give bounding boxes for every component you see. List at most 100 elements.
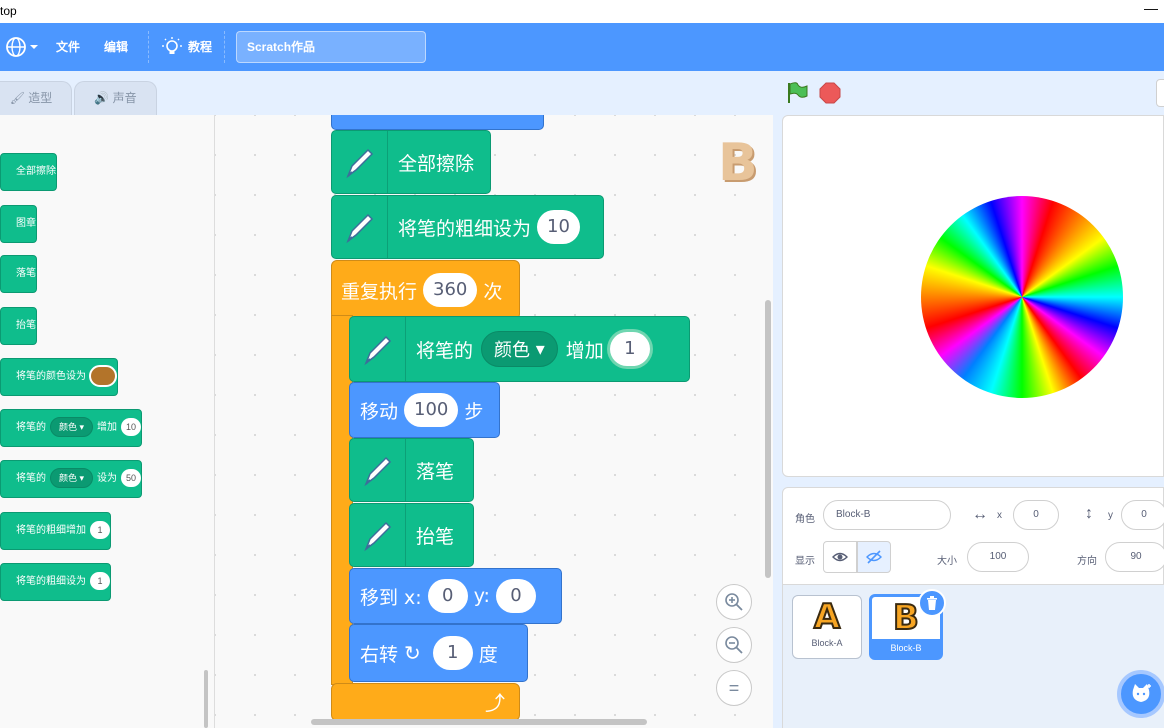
direction-input[interactable]: 90 bbox=[1105, 542, 1164, 572]
tab-sounds[interactable]: 🔊 声音 bbox=[74, 81, 157, 115]
pen-change-input[interactable]: 1 bbox=[609, 332, 650, 366]
delete-sprite-button[interactable] bbox=[918, 589, 946, 617]
param-dropdown[interactable]: 颜色 ▾ bbox=[50, 417, 94, 437]
block-label: 落笔 bbox=[16, 268, 36, 279]
rainbow-pen-drawing bbox=[921, 196, 1123, 398]
menu-tutorials[interactable]: 教程 bbox=[162, 23, 212, 71]
pen-icon bbox=[350, 504, 406, 566]
menu-file[interactable]: 文件 bbox=[56, 23, 80, 71]
goto-y-input[interactable]: 0 bbox=[495, 579, 536, 613]
size-label: 大小 bbox=[937, 556, 957, 567]
trash-icon bbox=[927, 596, 937, 610]
loop-arrow-icon: ⤴ bbox=[485, 693, 505, 715]
palette-block-set-pen-color[interactable]: 将笔的颜色设为 bbox=[0, 358, 118, 396]
palette-block-pen-down[interactable]: 落笔 bbox=[0, 255, 37, 293]
script-block-pen-down[interactable]: 落笔 bbox=[349, 438, 474, 502]
add-sprite-button[interactable] bbox=[1117, 670, 1164, 718]
sprite-thumb-a[interactable]: A Block-A bbox=[792, 595, 862, 659]
window-title: top bbox=[0, 4, 17, 18]
block-label: 将笔的粗细设为 bbox=[398, 217, 532, 240]
tab-costumes-label: 造型 bbox=[28, 91, 53, 105]
block-label: 将笔的粗细增加 bbox=[16, 525, 86, 536]
palette-block-pen-up[interactable]: 抬笔 bbox=[0, 307, 37, 345]
pen-icon bbox=[332, 131, 388, 193]
turn-degrees-input[interactable]: 1 bbox=[432, 636, 473, 670]
block-label: 将笔的颜色设为 bbox=[16, 371, 86, 382]
pen-icon bbox=[350, 439, 406, 501]
script-block-move[interactable]: 移动 100 步 bbox=[349, 382, 500, 438]
menu-divider bbox=[224, 31, 225, 63]
window-titlebar: top — bbox=[0, 0, 1164, 23]
cat-add-icon bbox=[1132, 684, 1151, 702]
tab-costumes[interactable]: 🖌 造型 bbox=[0, 81, 72, 115]
repeat-block-content: 重复执行 360 次 bbox=[341, 270, 502, 310]
block-label: 重复执行 bbox=[341, 280, 418, 303]
pen-icon bbox=[350, 317, 406, 381]
palette-block-set-pen-param[interactable]: 将笔的 颜色 ▾ 设为 50 bbox=[0, 460, 143, 498]
block-label: 落笔 bbox=[416, 460, 455, 483]
pen-param-dropdown[interactable]: 颜色 ▾ bbox=[481, 331, 558, 367]
show-label: 显示 bbox=[795, 556, 815, 567]
value-input[interactable]: 50 bbox=[121, 469, 142, 487]
stage-size-toggle[interactable] bbox=[1156, 79, 1164, 107]
minimize-button[interactable]: — bbox=[1144, 0, 1158, 16]
green-flag-button[interactable] bbox=[785, 81, 809, 110]
block-palette: 全部擦除 图章 落笔 抬笔 将笔的颜色设为 将笔的 颜色 ▾ 增加 10 将笔的 颜色 … bbox=[0, 115, 215, 728]
value-input[interactable]: 1 bbox=[90, 521, 110, 539]
script-block-partial[interactable] bbox=[331, 115, 544, 130]
palette-block-change-pen-size[interactable]: 将笔的粗细增加 1 bbox=[0, 512, 111, 550]
block-label: 增加 bbox=[97, 422, 118, 433]
size-input[interactable]: 100 bbox=[967, 542, 1029, 572]
script-block-goto-xy[interactable]: 移到 x: 0 y: 0 bbox=[349, 568, 562, 624]
block-label: 次 bbox=[483, 280, 503, 303]
tab-sounds-label: 声音 bbox=[112, 91, 137, 105]
palette-block-clear[interactable]: 全部擦除 bbox=[0, 153, 57, 191]
dropdown-label: 颜色 bbox=[494, 340, 531, 361]
script-block-change-pen-color[interactable]: 将笔的 颜色 ▾ 增加 1 bbox=[349, 316, 690, 382]
stage-canvas[interactable] bbox=[782, 115, 1164, 477]
workspace-vertical-scrollbar[interactable] bbox=[765, 300, 771, 578]
x-label: x bbox=[997, 510, 1002, 521]
menu-divider bbox=[148, 31, 149, 63]
color-swatch[interactable] bbox=[89, 365, 117, 388]
sprite-name-input[interactable]: Block-B bbox=[823, 500, 951, 530]
goto-x-input[interactable]: 0 bbox=[427, 579, 468, 613]
tutorials-label: 教程 bbox=[188, 40, 213, 54]
value-input[interactable]: 10 bbox=[121, 418, 142, 436]
block-label: 全部擦除 bbox=[16, 166, 56, 177]
value-input[interactable]: 1 bbox=[90, 572, 110, 590]
palette-block-change-pen-param[interactable]: 将笔的 颜色 ▾ 增加 10 bbox=[0, 409, 143, 447]
script-block-turn-right[interactable]: 右转 ↻ 1 度 bbox=[349, 624, 528, 682]
script-block-clear[interactable]: 全部擦除 bbox=[331, 130, 491, 194]
rotate-clockwise-icon: ↻ bbox=[404, 641, 421, 665]
zoom-out-icon bbox=[725, 636, 743, 654]
palette-block-stamp[interactable]: 图章 bbox=[0, 205, 37, 243]
zoom-out-button[interactable] bbox=[716, 627, 752, 663]
script-block-pen-up[interactable]: 抬笔 bbox=[349, 503, 474, 567]
stop-button[interactable] bbox=[819, 82, 841, 109]
show-sprite-button[interactable] bbox=[823, 541, 857, 573]
vertical-arrows-icon: ↕ bbox=[1085, 505, 1093, 522]
dropdown-label: 颜色 bbox=[59, 473, 78, 483]
pen-size-input[interactable]: 10 bbox=[537, 210, 580, 244]
eye-icon bbox=[832, 552, 848, 562]
language-globe-icon[interactable] bbox=[5, 36, 38, 58]
block-label: 右转 bbox=[360, 643, 399, 666]
x-position-input[interactable]: 0 bbox=[1013, 500, 1059, 530]
script-block-set-pen-size[interactable]: 将笔的粗细设为 10 bbox=[331, 195, 604, 259]
y-position-input[interactable]: 0 bbox=[1121, 500, 1164, 530]
zoom-in-button[interactable] bbox=[716, 584, 752, 620]
repeat-count-input[interactable]: 360 bbox=[423, 273, 478, 307]
palette-scrollbar[interactable] bbox=[204, 670, 208, 728]
menu-edit[interactable]: 编辑 bbox=[104, 23, 128, 71]
eye-slash-icon bbox=[866, 550, 882, 564]
lightbulb-icon bbox=[162, 37, 182, 54]
workspace-horizontal-scrollbar[interactable] bbox=[311, 719, 647, 725]
move-steps-input[interactable]: 100 bbox=[404, 393, 459, 427]
palette-block-set-pen-size[interactable]: 将笔的粗细设为 1 bbox=[0, 563, 111, 601]
hide-sprite-button[interactable] bbox=[857, 541, 891, 573]
zoom-reset-button[interactable]: = bbox=[716, 670, 752, 706]
script-workspace[interactable]: B 全部擦除 将笔的粗细设为 10 重复执行 360 次 ⤴ 将笔的 颜色 ▾ … bbox=[215, 115, 773, 728]
project-title-input[interactable]: Scratch作品 bbox=[236, 31, 426, 63]
param-dropdown[interactable]: 颜色 ▾ bbox=[50, 468, 94, 488]
